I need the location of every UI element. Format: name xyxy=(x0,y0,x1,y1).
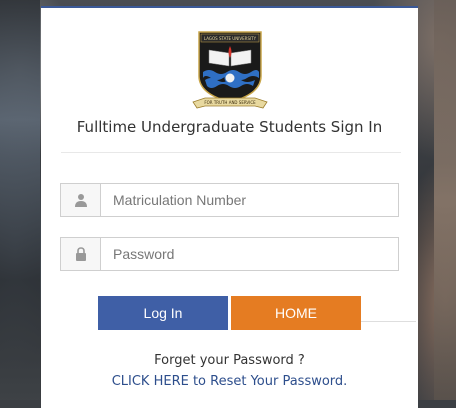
background-right xyxy=(434,0,456,400)
user-icon xyxy=(61,184,101,216)
divider-line xyxy=(361,321,416,322)
forgot-password-text: Forget your Password ? xyxy=(154,353,305,368)
background-left xyxy=(0,0,40,400)
matric-input[interactable] xyxy=(101,184,391,216)
page-title: Fulltime Undergraduate Students Sign In xyxy=(76,118,383,136)
matric-field xyxy=(60,183,399,217)
login-card: LAGOS STATE UNIVERSITY FOR TRUTH AND SER… xyxy=(41,6,418,408)
reset-password-link[interactable]: CLICK HERE to Reset Your Password. xyxy=(41,374,418,389)
logo-name-text: LAGOS STATE UNIVERSITY xyxy=(204,36,257,41)
lock-icon xyxy=(61,238,101,270)
password-input[interactable] xyxy=(101,238,391,270)
logo-motto-text: FOR TRUTH AND SERVICE xyxy=(204,100,256,105)
home-button[interactable]: HOME xyxy=(231,296,361,330)
university-logo: LAGOS STATE UNIVERSITY FOR TRUTH AND SER… xyxy=(192,31,268,109)
password-field xyxy=(60,237,399,271)
divider xyxy=(61,152,401,153)
login-button[interactable]: Log In xyxy=(98,296,228,330)
